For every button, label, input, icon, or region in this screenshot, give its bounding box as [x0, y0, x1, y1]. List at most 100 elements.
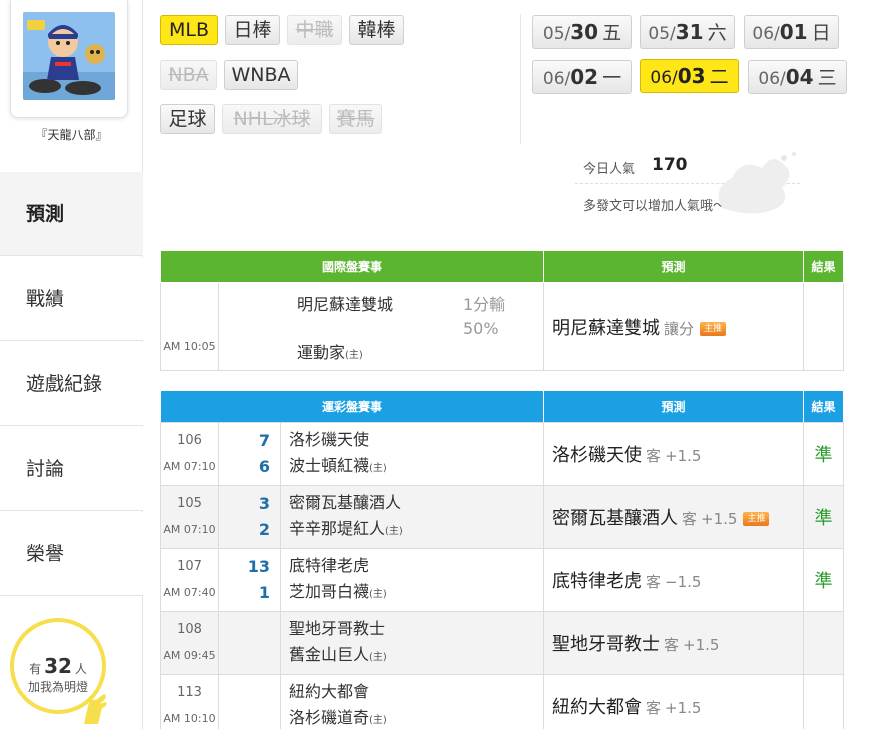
pred-side: 客: [646, 447, 662, 465]
game-time: AM 10:10: [163, 712, 216, 725]
away-score: 7: [258, 431, 270, 450]
date-weekday: 六: [707, 22, 727, 44]
date-weekday: 二: [709, 66, 729, 88]
lottery-prediction-table: 運彩盤賽事 預測 結果: [159, 390, 845, 423]
sport-horse-racing-button[interactable]: 賽馬: [329, 104, 382, 134]
away-score: 13: [247, 557, 270, 576]
sidebar-item-record[interactable]: 戰績: [0, 257, 143, 341]
game-number: 113: [177, 685, 202, 700]
popularity-value: 170: [652, 155, 688, 175]
game-number: 107: [177, 559, 202, 574]
matchup-cell: 明尼蘇達雙城 運動家(主) 1分輸 50%: [217, 282, 545, 371]
away-team: 洛杉磯天使: [289, 429, 370, 449]
sport-soccer-button[interactable]: 足球: [160, 104, 215, 134]
fans-suffix: 人: [74, 662, 87, 676]
sport-kbo-button[interactable]: 韓棒: [349, 15, 404, 45]
date-day: 30: [570, 20, 599, 44]
avatar: [23, 12, 115, 100]
result-cell: [803, 611, 844, 675]
home-mark: (主): [369, 651, 387, 663]
home-team: 波士頓紅襪: [289, 455, 370, 475]
game-info-cell: 106 AM 07:10: [160, 422, 219, 486]
date-day: 03: [677, 64, 706, 88]
popularity-label: 今日人氣: [583, 162, 636, 177]
sport-mlb-button[interactable]: MLB: [160, 15, 218, 45]
teams-cell: 紐約大都會 洛杉磯道奇(主): [280, 674, 544, 729]
date-weekday: 一: [602, 67, 622, 89]
divider: [520, 14, 521, 144]
date-0603-button[interactable]: 06/03 二: [640, 59, 739, 93]
sidebar-item-game-log[interactable]: 遊戲紀錄: [0, 342, 143, 426]
featured-badge: 主推: [743, 512, 770, 526]
home-score: 6: [258, 457, 270, 476]
pred-team: 底特律老虎: [552, 571, 642, 592]
game-number: 105: [177, 496, 202, 511]
pred-side: 讓分: [664, 319, 695, 338]
date-0602-button[interactable]: 06/02 一: [532, 60, 632, 94]
sport-jpn-baseball-button[interactable]: 日棒: [225, 15, 280, 45]
date-0531-button[interactable]: 05/31 六: [640, 15, 735, 49]
date-day: 31: [675, 20, 704, 44]
pred-team: 聖地牙哥教士: [552, 634, 660, 655]
game-time: AM 09:45: [163, 649, 216, 662]
teams-cell: 密爾瓦基釀酒人 辛辛那堤紅人(主): [280, 485, 544, 549]
date-0604-button[interactable]: 06/04 三: [748, 60, 847, 94]
table-row: 106 AM 07:10 7 6 洛杉磯天使 波士頓紅襪(主) 洛杉磯天使客 +1.5 準: [160, 422, 844, 486]
avatar-card[interactable]: [10, 0, 128, 118]
result-cell: [803, 282, 845, 371]
handicap-pct: 50%: [463, 318, 499, 338]
game-time: AM 10:05: [160, 282, 219, 371]
game-info-cell: 113 AM 10:10: [160, 674, 219, 729]
date-day: 02: [570, 65, 599, 89]
header-result: 結果: [803, 390, 845, 423]
pred-odds: −1.5: [665, 573, 702, 591]
sport-wnba-button[interactable]: WNBA: [224, 60, 298, 90]
game-time: AM 07:10: [163, 460, 216, 473]
game-info-cell: 107 AM 07:40: [160, 548, 219, 612]
sport-nhl-button[interactable]: NHL冰球: [222, 104, 322, 134]
teams-cell: 聖地牙哥教士 舊金山巨人(主): [280, 611, 544, 675]
home-team-wrap: 洛杉磯道奇(主): [289, 705, 543, 729]
pred-team: 紐約大都會: [552, 697, 642, 718]
sidebar-item-discussion[interactable]: 討論: [0, 427, 143, 511]
table-row: AM 10:05 明尼蘇達雙城 運動家(主) 1分輸 50% 明尼蘇達雙城 讓分主…: [160, 282, 845, 371]
pred-team: 密爾瓦基釀酒人: [552, 508, 678, 529]
date-month: 06/: [752, 24, 780, 44]
sport-nba-button[interactable]: NBA: [160, 60, 217, 90]
home-mark: (主): [345, 349, 363, 361]
sidebar-item-honor[interactable]: 榮譽: [0, 512, 143, 596]
game-info-cell: 105 AM 07:10: [160, 485, 219, 549]
table-header: 運彩盤賽事 預測 結果: [159, 390, 845, 423]
date-month: 05/: [648, 24, 676, 44]
date-0601-button[interactable]: 06/01 日: [744, 15, 839, 49]
prediction-cell: 密爾瓦基釀酒人客 +1.5 主推: [543, 485, 804, 549]
game-info-cell: 108 AM 09:45: [160, 611, 219, 675]
date-0530-button[interactable]: 05/30 五: [532, 15, 632, 49]
prediction-cell: 明尼蘇達雙城 讓分 主推: [543, 282, 805, 371]
decoration-icon: [718, 152, 796, 214]
sidebar-item-predict[interactable]: 預測: [0, 172, 143, 256]
featured-badge: 主推: [700, 321, 727, 336]
lottery-rows: 106 AM 07:10 7 6 洛杉磯天使 波士頓紅襪(主) 洛杉磯天使客 +1.5 準 105…: [160, 422, 844, 729]
date-weekday: 五: [602, 22, 622, 44]
pred-team: 明尼蘇達雙城: [552, 317, 661, 339]
app-root: 『天龍八部』 預測 戰績 遊戲紀錄 討論 榮譽 有 32 人 加我為明燈 MLB 日…: [0, 0, 869, 729]
pred-team: 洛杉磯天使: [552, 445, 642, 466]
pred-odds: +1.5: [701, 510, 738, 528]
date-day: 04: [785, 65, 814, 89]
fans-prefix: 有: [29, 662, 42, 676]
home-team-wrap: 辛辛那堤紅人(主): [289, 516, 543, 545]
sport-cpbl-button[interactable]: 中職: [287, 15, 342, 45]
date-weekday: 三: [817, 67, 837, 89]
home-team: 運動家: [297, 342, 346, 362]
header-event: 運彩盤賽事: [159, 390, 545, 423]
away-score: 3: [258, 494, 270, 513]
pred-side: 客: [646, 699, 662, 717]
result-cell: [803, 674, 844, 729]
home-mark: (主): [369, 462, 387, 474]
result-cell: 準: [803, 422, 844, 486]
score-cell: [218, 611, 281, 675]
game-time: AM 07:40: [163, 586, 216, 599]
date-month: 06/: [758, 69, 786, 89]
pred-odds: +1.5: [683, 636, 720, 654]
